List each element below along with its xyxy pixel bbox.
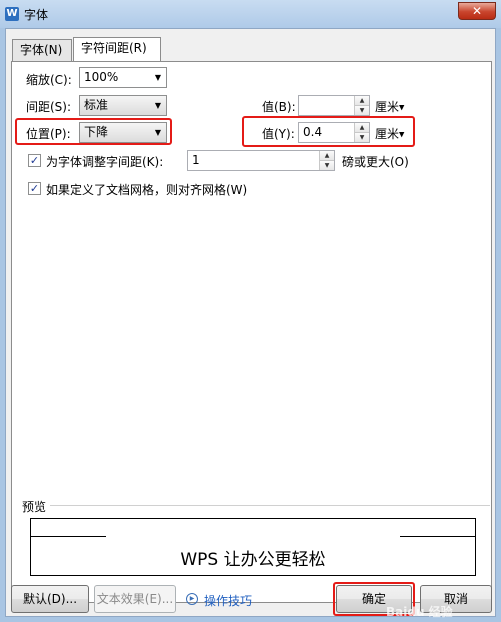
position-amount-label: 值(Y): (262, 127, 295, 141)
spin-down-icon[interactable]: ▼ (355, 133, 369, 142)
preview-text: WPS 让办公更轻松 (180, 550, 326, 570)
scale-value: 100% (84, 70, 119, 84)
font-dialog: 字体(N) 字符间距(R) 缩放(C): 100% ▼ 间距(S): 标准 ▼ … (5, 28, 496, 619)
grid-checkbox[interactable]: ✓ (28, 182, 41, 195)
text-effect-button[interactable]: 文本效果(E)... (94, 585, 176, 613)
chevron-down-icon[interactable]: ▼ (155, 123, 161, 142)
spin-up-icon[interactable]: ▲ (320, 151, 334, 161)
default-button[interactable]: 默认(D)... (11, 585, 89, 613)
kerning-label: 为字体调整字间距(K): (46, 155, 164, 169)
spin-up-icon[interactable]: ▲ (355, 123, 369, 133)
tab-character-spacing[interactable]: 字符间距(R) (73, 37, 161, 61)
preview-divider (50, 505, 490, 506)
spacing-amount-label: 值(B): (262, 100, 296, 114)
grid-label: 如果定义了文档网格，则对齐网格(W) (46, 183, 248, 197)
preview-baseline-left (31, 536, 106, 537)
position-label: 位置(P): (26, 127, 71, 141)
position-unit: 厘米 (375, 127, 400, 141)
window-title: 字体 (24, 8, 49, 22)
close-button[interactable]: ✕ (458, 2, 496, 20)
caret-down-icon: ▼ (399, 130, 405, 139)
tips-link[interactable]: 操作技巧 (204, 592, 252, 609)
spacing-amount-stepper[interactable]: ▲ ▼ (298, 95, 370, 116)
spacing-unit: 厘米 (375, 100, 400, 114)
chevron-down-icon[interactable]: ▼ (155, 96, 161, 115)
spin-down-icon[interactable]: ▼ (320, 161, 334, 170)
preview-label: 预览 (22, 500, 47, 514)
kerning-checkbox[interactable]: ✓ (28, 154, 41, 167)
kerning-stepper[interactable]: 1 ▲ ▼ (187, 150, 335, 171)
spacing-combo[interactable]: 标准 ▼ (79, 95, 167, 116)
character-spacing-panel: 缩放(C): 100% ▼ 间距(S): 标准 ▼ 值(B): ▲ ▼ 厘米▼ … (11, 61, 492, 603)
spin-down-icon[interactable]: ▼ (355, 106, 369, 115)
spacing-unit-dropdown[interactable]: 厘米▼ (375, 98, 404, 115)
tab-font[interactable]: 字体(N) (12, 39, 72, 61)
position-combo[interactable]: 下降 ▼ (79, 122, 167, 143)
position-value: 下降 (84, 125, 109, 139)
position-amount-stepper[interactable]: 0.4 ▲ ▼ (298, 122, 370, 143)
watermark: Baidu 经验 (386, 605, 453, 619)
preview-box: WPS 让办公更轻松 (30, 518, 476, 576)
play-icon[interactable]: ▶ (186, 593, 198, 605)
kerning-value: 1 (192, 153, 200, 167)
position-unit-dropdown[interactable]: 厘米▼ (375, 125, 404, 142)
position-amount-value: 0.4 (303, 125, 323, 139)
preview-baseline-right (400, 536, 475, 537)
kerning-suffix: 磅或更大(O) (342, 155, 409, 169)
chevron-down-icon[interactable]: ▼ (155, 68, 161, 87)
caret-down-icon: ▼ (399, 103, 405, 112)
title-bar: W 字体 ✕ (0, 0, 501, 28)
spacing-label: 间距(S): (26, 100, 72, 114)
scale-label: 缩放(C): (26, 73, 72, 87)
scale-combo[interactable]: 100% ▼ (79, 67, 167, 88)
wps-writer-icon: W (5, 7, 19, 21)
spacing-value: 标准 (84, 98, 109, 112)
spin-up-icon[interactable]: ▲ (355, 96, 369, 106)
